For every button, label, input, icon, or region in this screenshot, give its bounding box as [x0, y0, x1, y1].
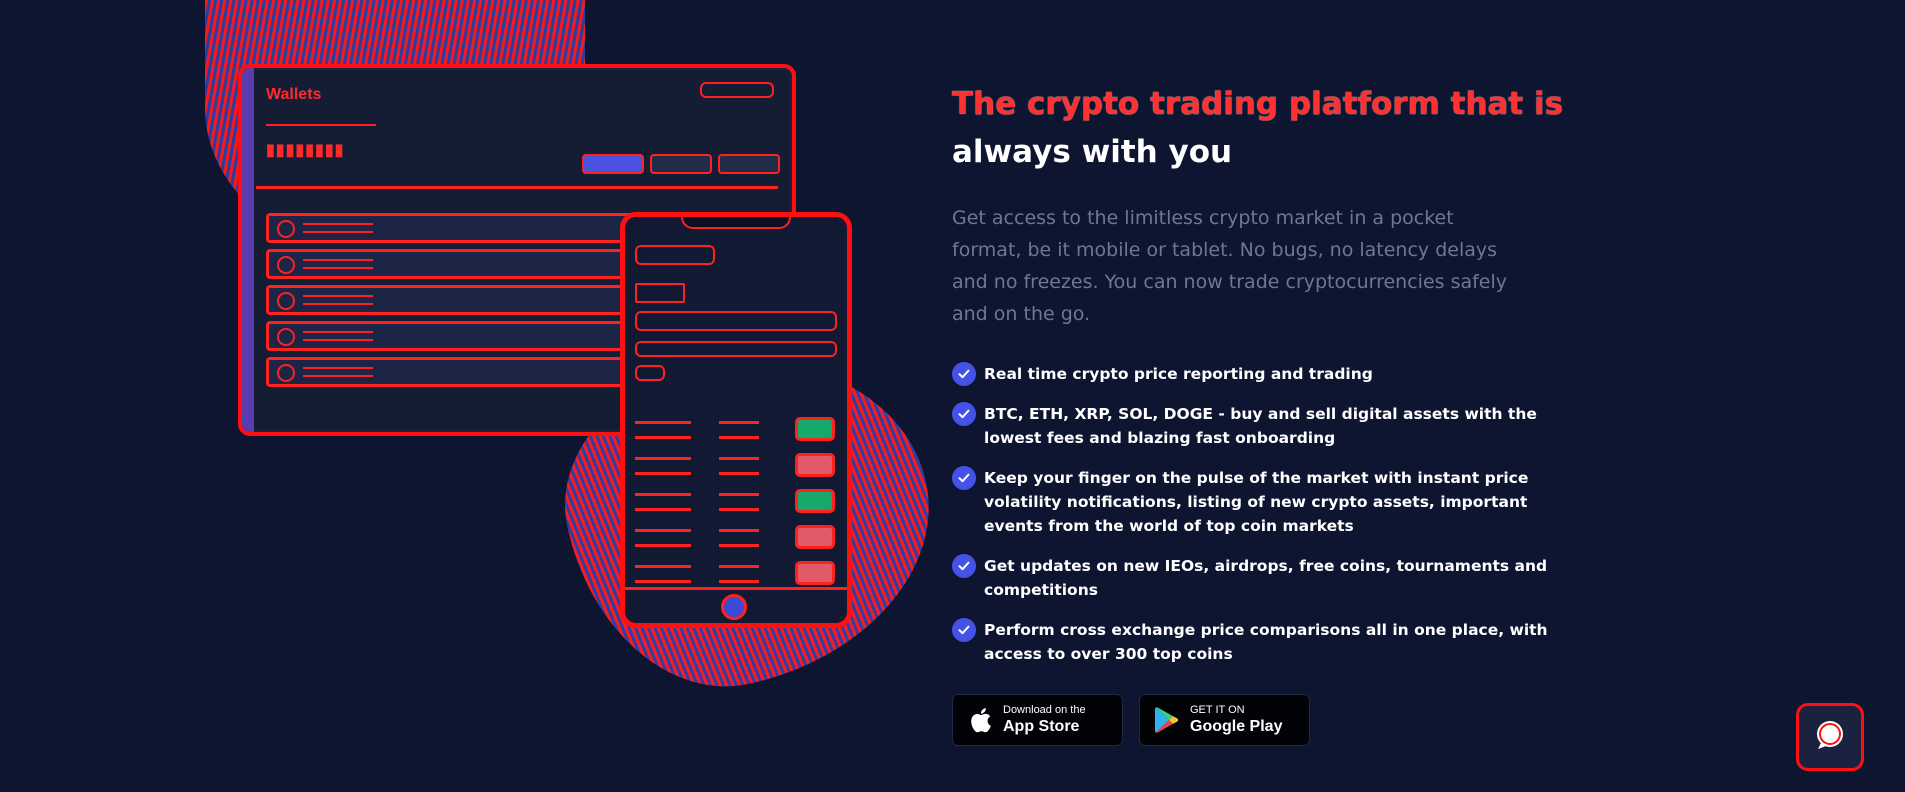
phone-header — [635, 245, 715, 265]
check-icon — [952, 466, 976, 490]
list-item: BTC, ETH, XRP, SOL, DOGE - buy and sell … — [952, 402, 1572, 450]
feature-list: Real time crypto price reporting and tra… — [952, 362, 1572, 666]
tablet-button-3 — [718, 154, 780, 174]
phone-search — [635, 311, 837, 331]
list-item — [266, 357, 646, 387]
list-item: Perform cross exchange price comparisons… — [952, 618, 1572, 666]
hero-content: The crypto trading platform that is alwa… — [952, 80, 1572, 746]
feature-text: Perform cross exchange price comparisons… — [984, 621, 1548, 663]
list-item: Real time crypto price reporting and tra… — [952, 362, 1572, 386]
check-icon — [952, 554, 976, 578]
tablet-title: Wallets — [266, 86, 322, 103]
feature-text: BTC, ETH, XRP, SOL, DOGE - buy and sell … — [984, 405, 1537, 447]
tablet-sidebar — [242, 68, 254, 432]
check-icon — [952, 362, 976, 386]
google-play-button[interactable]: GET IT ON Google Play — [1139, 694, 1310, 746]
check-icon — [952, 618, 976, 642]
list-item — [266, 249, 646, 279]
app-store-label: App Store — [1003, 718, 1080, 735]
list-item: Keep your finger on the pulse of the mar… — [952, 466, 1572, 538]
phone-bottom-nav — [625, 587, 847, 623]
phone-tab — [635, 365, 665, 381]
list-item — [266, 285, 646, 315]
phone-section-title — [635, 283, 685, 303]
list-item — [266, 213, 646, 243]
google-play-small-label: GET IT ON — [1190, 704, 1245, 716]
tablet-pill — [700, 82, 774, 98]
list-item — [635, 489, 837, 517]
chat-button[interactable] — [1796, 703, 1864, 771]
chat-icon — [1813, 718, 1847, 757]
check-icon — [952, 402, 976, 426]
feature-text: Real time crypto price reporting and tra… — [984, 365, 1373, 383]
tablet-divider — [256, 186, 778, 189]
apple-icon — [967, 705, 993, 735]
phone-notch — [681, 217, 791, 229]
store-buttons: Download on the App Store GET IT ON Goog… — [952, 694, 1572, 746]
app-store-button[interactable]: Download on the App Store — [952, 694, 1123, 746]
list-item — [635, 417, 837, 445]
tablet-button-2 — [650, 154, 712, 174]
tablet-button-1 — [582, 154, 644, 174]
phone-mockup — [620, 212, 852, 628]
google-play-icon — [1154, 705, 1180, 735]
headline-line-1: The crypto trading platform that is — [952, 86, 1564, 122]
feature-text: Get updates on new IEOs, airdrops, free … — [984, 557, 1548, 599]
headline-line-2: always with you — [952, 134, 1233, 170]
google-play-label: Google Play — [1190, 718, 1283, 735]
app-store-small-label: Download on the — [1003, 704, 1086, 716]
list-item: Get updates on new IEOs, airdrops, free … — [952, 554, 1572, 602]
phone-filters — [635, 341, 837, 357]
tablet-list — [266, 213, 646, 393]
list-item — [635, 453, 837, 481]
list-item — [635, 525, 837, 553]
description: Get access to the limitless crypto marke… — [952, 207, 1508, 325]
list-item — [266, 321, 646, 351]
tablet-balance: ▮▮▮▮▮▮▮▮ — [266, 142, 345, 159]
list-item — [635, 561, 837, 589]
page-title: The crypto trading platform that is alwa… — [952, 80, 1572, 176]
tablet-estimate-line — [266, 124, 376, 134]
feature-text: Keep your finger on the pulse of the mar… — [984, 469, 1529, 535]
hero-illustration: Wallets ▮▮▮▮▮▮▮▮ — [0, 0, 960, 792]
